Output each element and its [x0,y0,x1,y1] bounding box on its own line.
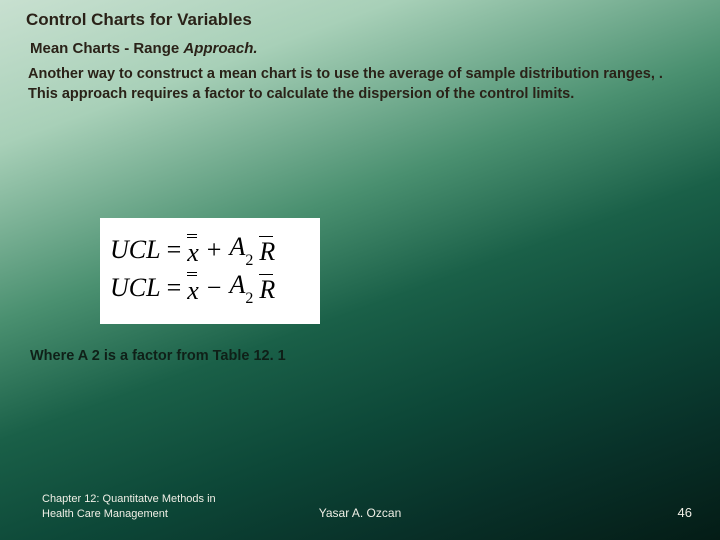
formula-lcl: UCL = x − A2 R [110,272,310,304]
factor-a-letter-2: A [229,270,245,299]
where-content: Where A 2 is a factor from Table 12. 1 [30,348,286,364]
slide-subtitle: Mean Charts - Range Approach. [30,40,694,57]
slide-title: Control Charts for Variables [26,10,694,30]
body-paragraph: Another way to construct a mean chart is… [28,65,676,104]
r-bar: R [259,236,275,265]
equals-sign-2: = [167,275,182,301]
formula-box: UCL = x + A2 R UCL = x − A2 R [100,218,320,324]
subtitle-plain: Mean Charts - Range [30,40,183,57]
formula-ucl: UCL = x + A2 R [110,234,310,266]
where-text: Where A 2 is a factor from Table 12. 1 [30,348,286,364]
slide-number: 46 [678,505,692,520]
x-double-bar-2: x [187,272,199,304]
factor-a-2: A2 [229,272,253,303]
lcl-label: UCL [110,275,161,301]
x-double-bar: x [187,234,199,266]
subtitle-italic: Approach. [183,40,257,57]
slide: Control Charts for Variables Mean Charts… [0,0,720,540]
footer-center: Yasar A. Ozcan [319,506,401,520]
minus-sign: − [205,275,224,301]
factor-a-sub: 2 [245,252,253,269]
equals-sign: = [167,237,182,263]
factor-a-letter: A [229,232,245,261]
ucl-label: UCL [110,237,161,263]
r-bar-2: R [259,274,275,303]
plus-sign: + [205,237,224,263]
factor-a-sub-2: 2 [245,290,253,307]
factor-a: A2 [229,234,253,265]
footer-left: Chapter 12: Quantitatve Methods in Healt… [42,492,232,522]
